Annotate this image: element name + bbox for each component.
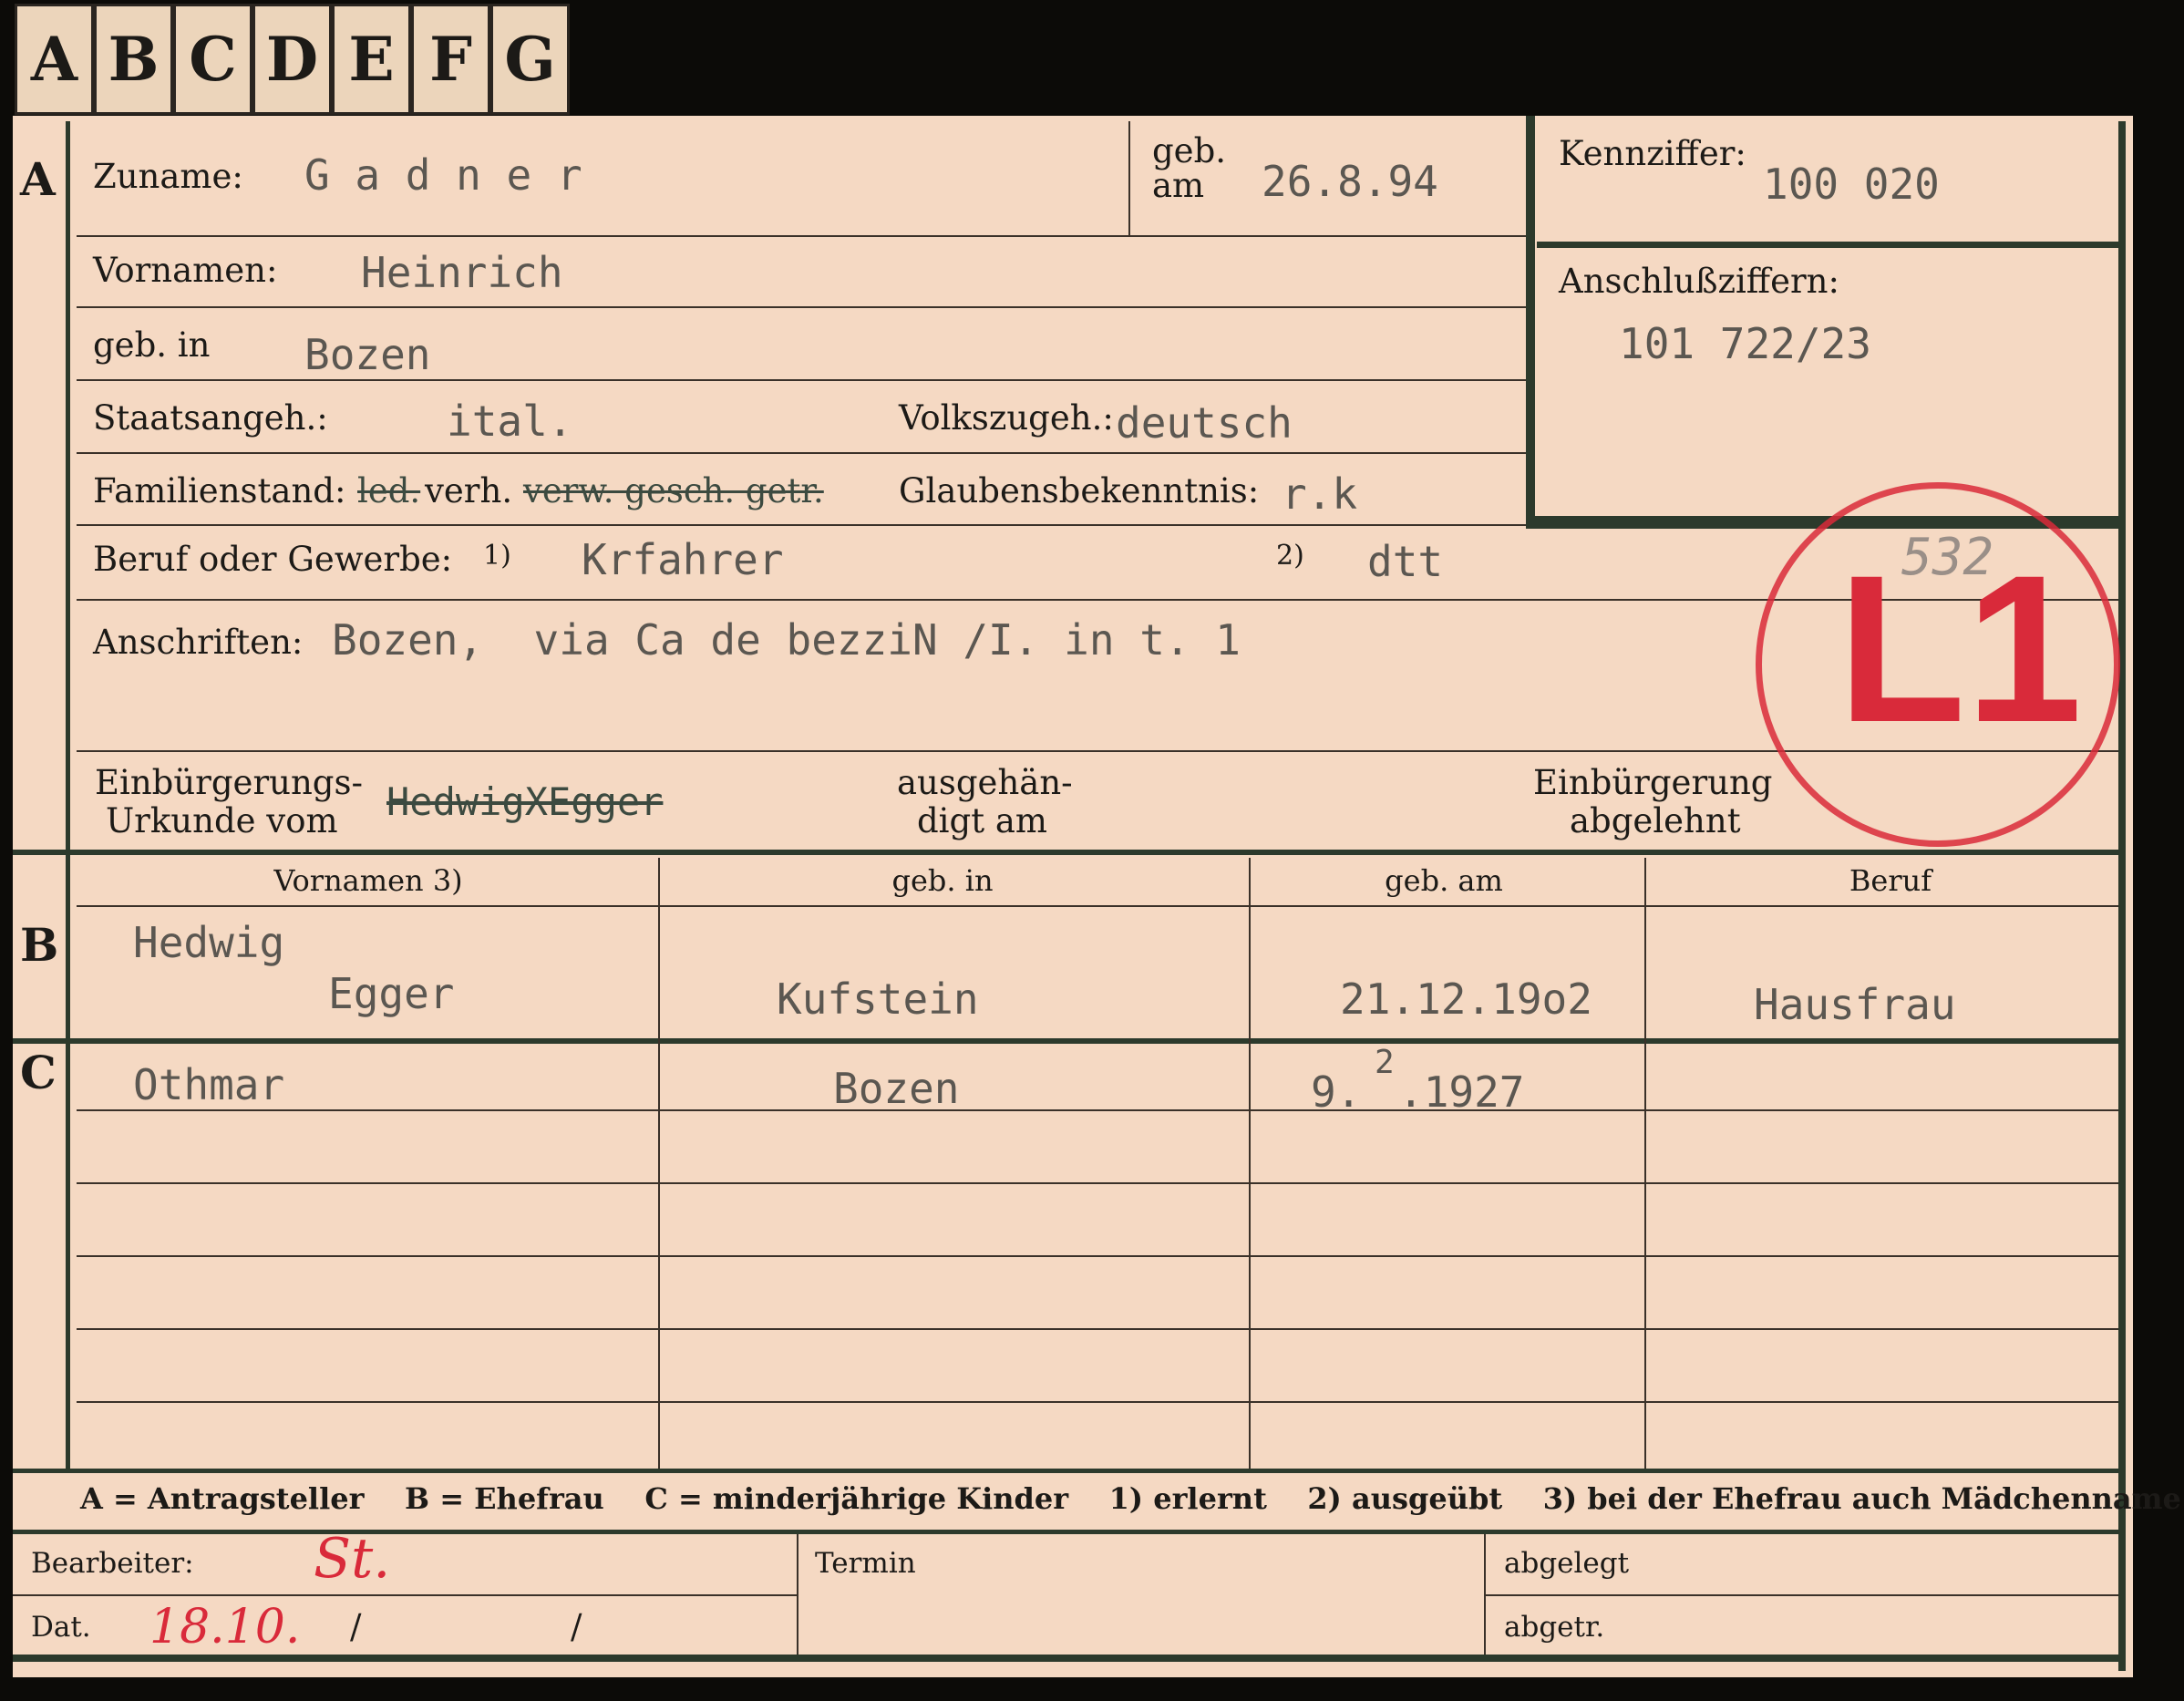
rule-familienstand — [77, 524, 1526, 526]
section-c-letter: C — [20, 1046, 57, 1099]
termin-label: Termin — [815, 1547, 916, 1580]
card-bottom-border — [13, 1655, 2126, 1662]
anschriften-label: Anschriften: — [93, 623, 304, 662]
row-rule-5 — [77, 1401, 2118, 1403]
kennziffer-divider — [1537, 242, 2118, 248]
glaubens-value: r.k — [1282, 469, 1358, 519]
tab-g[interactable]: G — [490, 4, 570, 115]
rule-vornamen — [77, 306, 1526, 308]
child-geb-am-month: 2 — [1375, 1044, 1395, 1081]
dat-slash-2: / — [571, 1607, 582, 1646]
footer-rule-right — [1484, 1594, 2118, 1596]
table-header-rule — [77, 905, 2118, 907]
row-rule-2 — [77, 1182, 2118, 1184]
rule-staatsangeh — [77, 452, 1526, 454]
glaubens-label: Glaubensbekenntnis: — [899, 471, 1260, 510]
abgelegt-label: abgelegt — [1504, 1547, 1630, 1580]
bearbeiter-value: St. — [314, 1527, 391, 1591]
rule-zuname — [77, 235, 1526, 237]
beruf-value: Krfahrer — [582, 535, 784, 584]
header-vornamen: Vornamen 3) — [273, 863, 463, 898]
familienstand-value: verh. — [425, 471, 513, 510]
geb-am-value: 26.8.94 — [1262, 157, 1438, 206]
dat-slash-1: / — [350, 1607, 362, 1646]
abgelehnt-label-2: abgelehnt — [1570, 801, 1741, 840]
spouse-maiden-name: Egger — [328, 969, 455, 1018]
vornamen-value: Heinrich — [361, 248, 563, 297]
dat-value: 18.10. — [149, 1600, 301, 1655]
legend-text: A = Antragsteller B = Ehefrau C = minder… — [80, 1481, 2181, 1516]
alphabet-tabs: A B C D E F G — [15, 4, 570, 115]
abgetr-label: abgetr. — [1504, 1611, 1605, 1644]
section-divider-ab — [13, 850, 2118, 855]
abgelehnt-label-1: Einbürgerung — [1533, 763, 1773, 802]
footer-rule-left — [13, 1594, 797, 1596]
tab-e[interactable]: E — [332, 4, 411, 115]
zuname-label: Zuname: — [93, 157, 243, 196]
einbuergerung-label-1: Einbürgerungs- — [95, 763, 363, 802]
header-beruf: Beruf — [1849, 863, 1932, 898]
rule-geb-in — [77, 379, 1526, 381]
row-rule-1 — [77, 1109, 2118, 1111]
legend-top-rule — [13, 1469, 2118, 1473]
child-vorname: Othmar — [133, 1060, 285, 1109]
rule-geb-am-divider — [1128, 121, 1130, 235]
spouse-geb-am: 21.12.19o2 — [1340, 974, 1592, 1024]
spouse-geb-in: Kufstein — [777, 974, 979, 1024]
left-margin-rule — [66, 121, 70, 1470]
volkszugeh-value: deutsch — [1116, 398, 1293, 448]
beruf-value-2: dtt — [1367, 537, 1444, 586]
beruf-label: Beruf oder Gewerbe: — [93, 540, 453, 579]
beruf-footnote-2: 2) — [1276, 540, 1304, 572]
row-rule-3 — [77, 1255, 2118, 1257]
volkszugeh-label: Volkszugeh.: — [899, 398, 1114, 438]
stamp-number: 532 — [1901, 528, 1994, 587]
tab-b[interactable]: B — [94, 4, 173, 115]
tab-f[interactable]: F — [411, 4, 490, 115]
ausgehaendigt-label-2: digt am — [917, 801, 1047, 840]
familienstand-struck-led: led. — [357, 471, 421, 510]
geb-in-label: geb. in — [93, 325, 211, 365]
child-geb-am-day: 9. — [1311, 1067, 1362, 1117]
familienstand-label: Familienstand: — [93, 471, 346, 510]
header-geb-in: geb. in — [891, 863, 994, 898]
section-divider-bc — [13, 1038, 2118, 1044]
table-col-1 — [658, 858, 660, 1469]
kennziffer-value: 100 020 — [1763, 160, 1940, 209]
anschlussziffern-label: Anschlußziffern: — [1559, 262, 1839, 301]
anschriften-value: Bozen, via Ca de bezziN /I. in t. 1 — [332, 615, 1241, 665]
geb-am-label: geb. am — [1152, 131, 1227, 205]
staatsangeh-value: ital. — [447, 397, 573, 446]
section-b-letter: B — [20, 918, 59, 972]
familienstand-struck-rest: verw. gesch. getr. — [523, 471, 824, 510]
footer-col-1 — [797, 1534, 798, 1655]
ausgehaendigt-label-1: ausgehän- — [897, 763, 1073, 802]
spouse-beruf: Hausfrau — [1754, 980, 1956, 1029]
tab-c[interactable]: C — [173, 4, 252, 115]
table-col-3 — [1644, 858, 1646, 1469]
zuname-value: G a d n e r — [304, 150, 582, 200]
table-col-2 — [1249, 858, 1251, 1469]
child-geb-in: Bozen — [833, 1064, 960, 1113]
bearbeiter-label: Bearbeiter: — [31, 1547, 194, 1580]
anschlussziffern-value: 101 722/23 — [1619, 319, 1871, 368]
section-a-letter: A — [20, 152, 56, 206]
tab-d[interactable]: D — [252, 4, 332, 115]
geb-in-value: Bozen — [304, 330, 431, 379]
einbuergerung-struck-value: HedwigXEgger — [386, 779, 664, 824]
dat-label: Dat. — [31, 1611, 91, 1644]
beruf-footnote-1: 1) — [483, 540, 511, 572]
vornamen-label: Vornamen: — [93, 251, 278, 290]
tab-a[interactable]: A — [15, 4, 94, 115]
row-rule-4 — [77, 1328, 2118, 1330]
staatsangeh-label: Staatsangeh.: — [93, 398, 328, 438]
spouse-vorname: Hedwig — [133, 918, 285, 967]
index-card: A B C Zuname: G a d n e r geb. am 26.8.9… — [13, 116, 2181, 1677]
header-geb-am: geb. am — [1385, 863, 1503, 898]
einbuergerung-label-2: Urkunde vom — [106, 801, 338, 840]
child-geb-am-year: .1927 — [1398, 1067, 1525, 1117]
kennziffer-label: Kennziffer: — [1559, 134, 1746, 173]
